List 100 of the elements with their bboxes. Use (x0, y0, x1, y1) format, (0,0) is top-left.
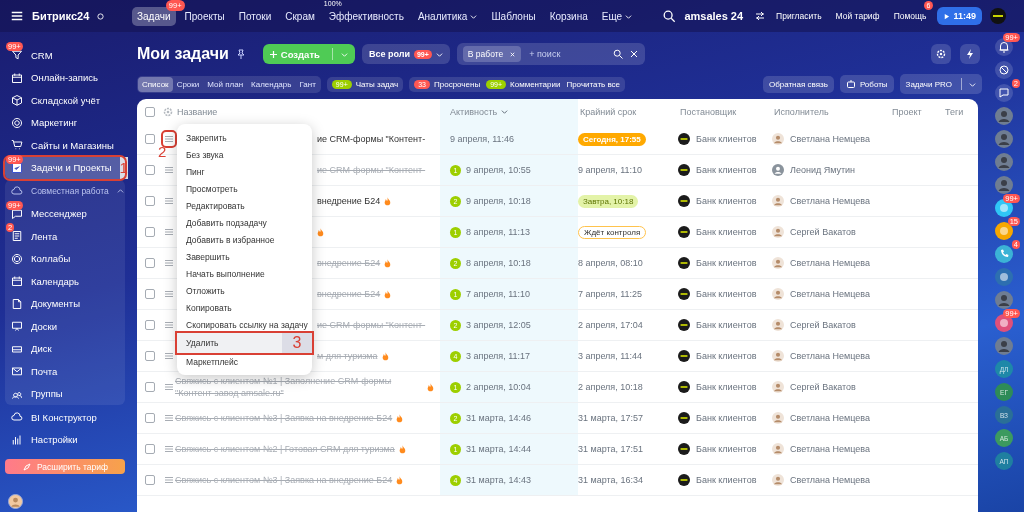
header-link[interactable]: Помощь (890, 8, 930, 24)
menu-item[interactable]: Закрепить (177, 129, 312, 146)
nav-tab[interactable]: Шаблоны (486, 6, 541, 26)
menu-item[interactable]: Добавить подзадачу (177, 214, 312, 231)
nav-tab[interactable]: Корзина (544, 6, 593, 26)
row-checkbox[interactable] (145, 413, 155, 423)
search-field[interactable]: В работе + поиск (456, 43, 645, 65)
creator-name[interactable]: Банк клиентов (696, 165, 757, 175)
creator-name[interactable]: Банк клиентов (696, 475, 757, 485)
avatar-icon[interactable] (990, 8, 1006, 24)
row-checkbox[interactable] (145, 475, 155, 485)
menu-icon[interactable] (10, 9, 24, 23)
sidebar-item[interactable]: Диск (5, 337, 125, 360)
creator-name[interactable]: Банк клиентов (696, 134, 757, 144)
menu-item[interactable]: Маркетплейс (177, 353, 312, 370)
tasks-pro-button[interactable]: Задачи PRO (899, 74, 982, 94)
menu-item[interactable]: Добавить в избранное (177, 231, 312, 248)
search-icon[interactable] (662, 9, 677, 23)
assignee-name[interactable]: Леонид Ямутин (790, 165, 856, 175)
sidebar-group[interactable]: Совместная работа (5, 180, 125, 203)
robots-button[interactable]: Роботы (839, 75, 894, 93)
row-checkbox[interactable] (145, 258, 155, 268)
assignee-name[interactable]: Светлана Немцева (790, 444, 870, 454)
task-title[interactable]: ие CRM-формы "Контент- (317, 133, 426, 145)
row-checkbox[interactable] (145, 320, 155, 330)
creator-name[interactable]: Банк клиентов (696, 382, 757, 392)
automation-button[interactable] (960, 44, 980, 64)
assignee-name[interactable]: Светлана Немцева (790, 258, 870, 268)
column-header[interactable]: Проект (890, 99, 943, 124)
menu-item[interactable]: Просмотреть (177, 180, 312, 197)
menu-item[interactable]: Без звука (177, 146, 312, 163)
nav-tab[interactable]: Аналитика (412, 6, 483, 26)
row-menu-button[interactable] (163, 132, 175, 146)
gear-icon[interactable] (163, 106, 173, 117)
assignee-name[interactable]: Светлана Немцева (790, 413, 870, 423)
bell-icon[interactable] (995, 38, 1013, 56)
phone-icon[interactable] (995, 245, 1013, 263)
assignee-name[interactable]: Светлана Немцева (790, 475, 870, 485)
menu-item[interactable]: Удалить 3 (177, 333, 312, 353)
creator-name[interactable]: Банк клиентов (696, 320, 757, 330)
row-checkbox[interactable] (145, 165, 155, 175)
row-checkbox[interactable] (145, 382, 155, 392)
creator-name[interactable]: Банк клиентов (696, 351, 757, 361)
menu-item[interactable]: Редактировать (177, 197, 312, 214)
sidebar-item[interactable]: BI Конструктор (5, 406, 125, 429)
row-checkbox[interactable] (145, 289, 155, 299)
assignee-name[interactable]: Сергей Вакатов (790, 382, 856, 392)
row-checkbox[interactable] (145, 196, 155, 206)
app-icon[interactable] (995, 268, 1013, 286)
row-checkbox[interactable] (145, 444, 155, 454)
select-all-checkbox[interactable] (145, 106, 155, 117)
assignee-name[interactable]: Светлана Немцева (790, 196, 870, 206)
filter-tag[interactable]: В работе (462, 46, 522, 62)
assignee-name[interactable]: Светлана Немцева (790, 289, 870, 299)
creator-name[interactable]: Банк клиентов (696, 258, 757, 268)
sidebar-item[interactable]: Документы (5, 292, 125, 315)
sidebar-item[interactable]: Сайты и Магазины (5, 134, 125, 157)
view-tab[interactable]: Мой план (203, 76, 248, 92)
task-title[interactable]: внедрение Б24 (317, 195, 381, 207)
sidebar-item[interactable]: Календарь (5, 270, 125, 293)
sidebar-item[interactable]: Настройки (5, 428, 125, 451)
menu-item[interactable]: Копировать (177, 299, 312, 316)
app-icon[interactable] (995, 314, 1013, 332)
menu-item[interactable]: Скопировать ссылку на задачу (177, 316, 312, 333)
assignee-name[interactable]: Сергей Вакатов (790, 320, 856, 330)
assignee-name[interactable]: Сергей Вакатов (790, 227, 856, 237)
creator-name[interactable]: Банк клиентов (696, 444, 757, 454)
view-tab[interactable]: Календарь (247, 76, 296, 92)
nav-tab[interactable]: Эффективность (323, 6, 409, 26)
header-link[interactable]: Мой тариф (832, 8, 883, 24)
portal-name[interactable]: amsales 24 (684, 10, 744, 22)
sidebar-item[interactable]: Группы (5, 382, 125, 405)
sidebar-item[interactable]: Маркетинг (5, 111, 125, 134)
menu-item[interactable]: Пинг (177, 163, 312, 180)
column-header[interactable]: Исполнитель (772, 99, 890, 124)
search-icon[interactable] (612, 49, 623, 59)
sidebar-item[interactable]: Коллабы (5, 247, 125, 270)
sidebar-item[interactable]: Почта (5, 360, 125, 383)
close-icon[interactable] (628, 49, 639, 59)
view-tab[interactable]: Гант (295, 76, 320, 92)
settings-button[interactable] (931, 44, 951, 64)
row-checkbox[interactable] (145, 227, 155, 237)
assignee-name[interactable]: Светлана Немцева (790, 351, 870, 361)
sidebar-item[interactable]: Онлайн-запись (5, 66, 125, 89)
logo[interactable]: Битрикс24 (32, 10, 90, 22)
creator-name[interactable]: Банк клиентов (696, 227, 757, 237)
feedback-button[interactable]: Обратная связь (762, 75, 834, 93)
nav-tab[interactable]: Потоки (233, 6, 277, 26)
menu-item[interactable]: Начать выполнение (177, 265, 312, 282)
column-header[interactable]: Теги (943, 99, 978, 124)
menu-item[interactable]: Отложить (177, 282, 312, 299)
row-checkbox[interactable] (145, 134, 155, 144)
creator-name[interactable]: Банк клиентов (696, 413, 757, 423)
column-header[interactable]: Постановщик (678, 99, 772, 124)
view-tab[interactable]: Сроки (172, 76, 204, 92)
view-tab[interactable]: Список (138, 76, 173, 92)
chat-icon[interactable] (995, 84, 1013, 102)
read-all-link[interactable]: Прочитать все (566, 79, 621, 89)
creator-name[interactable]: Банк клиентов (696, 289, 757, 299)
time-button[interactable]: 11:49 (937, 7, 982, 25)
